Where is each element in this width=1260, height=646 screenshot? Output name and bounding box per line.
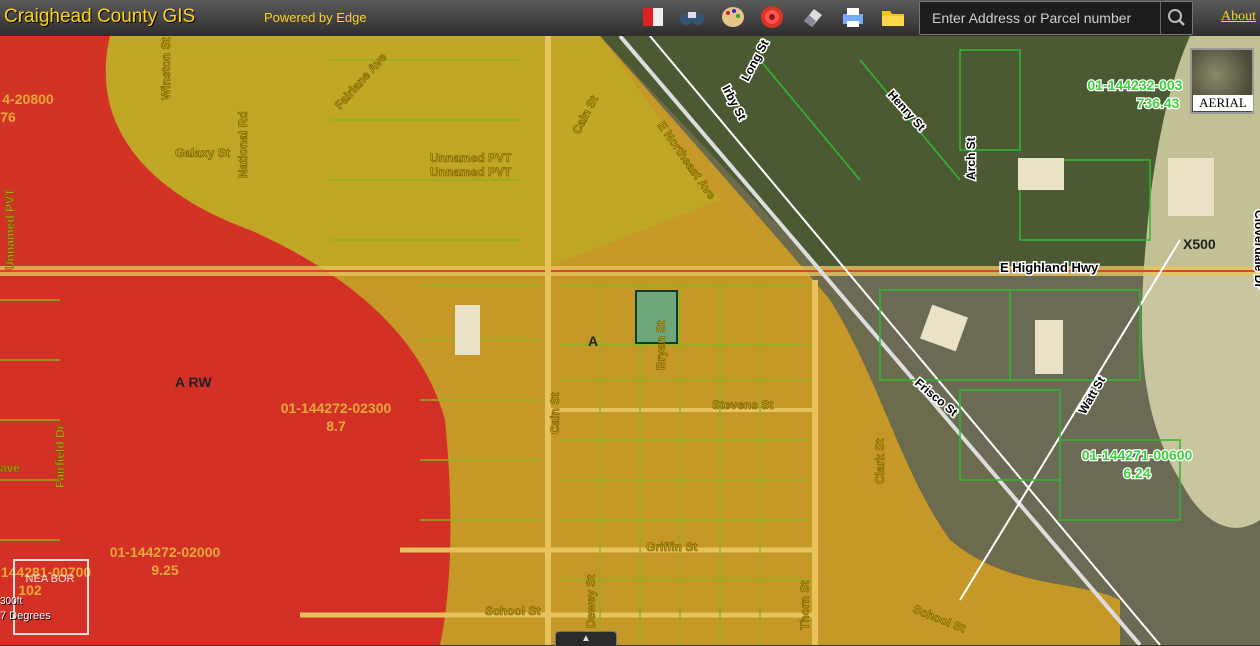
parcel-1-id: 01-144232-003: [1088, 77, 1183, 93]
label-clark-st: Clark St: [873, 439, 887, 484]
label-unnamed-1: Unnamed PVT: [430, 151, 512, 165]
palette-icon[interactable]: [720, 5, 746, 29]
label-fairfield-dr: Fairfield Dr: [53, 424, 67, 488]
parcel-1-acres: 736.43: [1137, 95, 1180, 111]
scale-text: 300ft: [0, 596, 23, 607]
binoculars-icon[interactable]: [679, 5, 705, 29]
folder-icon[interactable]: [880, 5, 906, 29]
printer-icon[interactable]: [840, 5, 866, 29]
zone-arw-label: A RW: [175, 374, 212, 390]
search-box: [919, 1, 1193, 35]
label-highland: E Highland Hwy: [1000, 260, 1099, 275]
parcel-2-acres: 8.7: [326, 418, 346, 434]
zone-a-label: A: [588, 333, 598, 349]
label-national-rd: National Rd: [236, 111, 250, 178]
app-title: Craighead County GIS: [4, 6, 196, 27]
top-bar: Craighead County GIS Powered by Edge Abo…: [0, 0, 1260, 36]
zone-x500-label: X500: [1183, 236, 1216, 252]
label-cain-st: Cain St: [548, 393, 562, 434]
label-griffin-st: Griffin St: [646, 540, 697, 554]
svg-text:NEA BOR: NEA BOR: [26, 573, 75, 585]
print-icon[interactable]: [640, 5, 666, 29]
powered-by: Powered by Edge: [264, 10, 367, 25]
eraser-icon[interactable]: [800, 5, 826, 29]
label-arch-st: Arch St: [964, 137, 978, 180]
label-cloverdale: Cloverdale Dr: [1252, 210, 1260, 288]
label-unnamed-left: Unnamed PVT: [3, 188, 17, 270]
parcel-3-acres: 9.25: [151, 562, 178, 578]
label-winston-st: Winston St: [159, 37, 173, 100]
target-icon[interactable]: [759, 5, 785, 29]
label-bryan-st: Bryan St: [654, 321, 668, 370]
parcel-5-id: 4-20800: [2, 91, 54, 107]
parcel-4-acres: 6.24: [1123, 465, 1150, 481]
degrees-text: 7 Degrees: [0, 610, 51, 622]
label-ave: ave: [0, 461, 20, 475]
search-icon[interactable]: [1160, 2, 1193, 34]
label-thorn-st: Thorn St: [798, 581, 812, 630]
panel-toggle-handle[interactable]: ▲: [555, 631, 617, 646]
parcel-4-id: 01-144271-00600: [1082, 447, 1193, 463]
label-galaxy-st: Galaxy St: [175, 146, 230, 160]
search-input[interactable]: [920, 2, 1152, 34]
parcel-2-id: 01-144272-02300: [281, 400, 392, 416]
label-school-st: School St: [485, 604, 540, 618]
label-unnamed-2: Unnamed PVT: [430, 165, 512, 179]
label-stevens-st: Stevens St: [712, 398, 773, 412]
map-canvas[interactable]: Long St Irby St Henry St Arch St E Highl…: [0, 36, 1260, 645]
about-link[interactable]: About: [1221, 9, 1256, 25]
parcel-5-acres: 76: [0, 109, 16, 125]
label-dewey-st: Dewey St: [584, 575, 598, 628]
basemap-label[interactable]: AERIAL: [1193, 95, 1253, 111]
parcel-3-id: 01-144272-02000: [110, 544, 221, 560]
